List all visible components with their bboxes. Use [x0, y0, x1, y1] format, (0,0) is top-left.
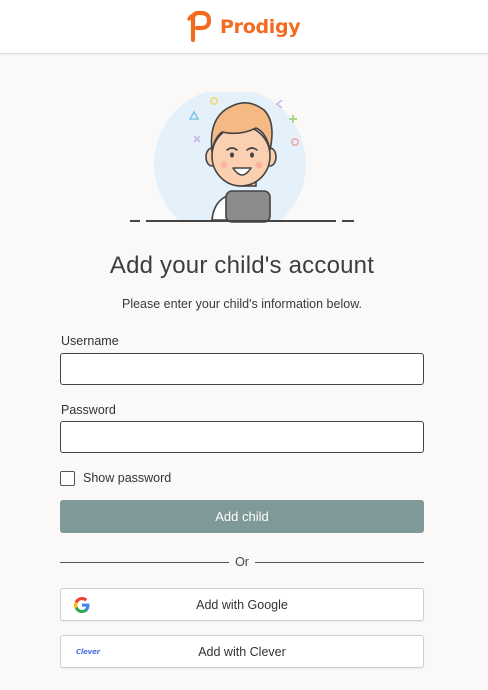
clever-button-label: Add with Clever: [198, 644, 286, 659]
or-divider: Or: [60, 554, 425, 570]
prodigy-logo[interactable]: Prodigy: [186, 10, 301, 44]
password-label: Password: [61, 403, 116, 417]
top-bar: Prodigy: [0, 0, 488, 54]
divider-line-left: [60, 561, 230, 563]
clever-logo-icon: Clever: [76, 648, 100, 656]
prodigy-p-icon: [187, 10, 212, 43]
google-button-label: Add with Google: [196, 597, 288, 612]
google-g-icon: [74, 597, 90, 616]
add-with-clever-button[interactable]: Clever Add with Clever: [60, 635, 424, 668]
username-label: Username: [61, 334, 119, 348]
divider-label: Or: [235, 555, 249, 569]
page-subtitle: Please enter your child's information be…: [121, 297, 362, 311]
divider-line-right: [254, 561, 425, 563]
add-child-button[interactable]: Add child: [60, 500, 424, 533]
brand-name: Prodigy: [220, 16, 301, 38]
password-input[interactable]: [60, 421, 424, 453]
add-with-google-button[interactable]: Add with Google: [60, 588, 424, 621]
show-password-label: Show password: [83, 471, 172, 485]
show-password-toggle[interactable]: Show password: [60, 469, 171, 487]
page-title: Add your child's account: [109, 252, 375, 279]
show-password-checkbox[interactable]: [60, 470, 75, 486]
username-input[interactable]: [60, 353, 424, 385]
child-avatar-illustration: [128, 92, 360, 228]
